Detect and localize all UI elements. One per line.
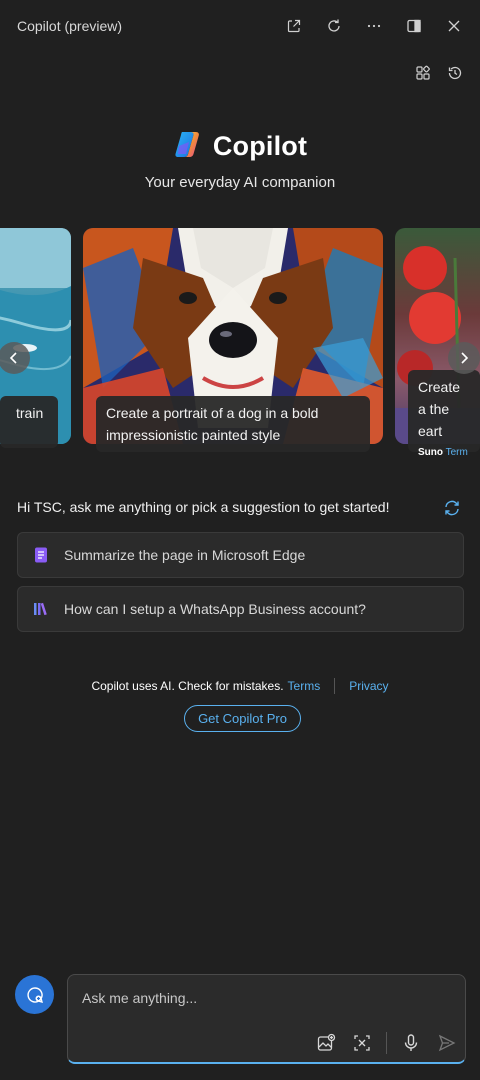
privacy-link[interactable]: Privacy	[349, 679, 388, 693]
chevron-right-icon	[461, 352, 469, 364]
microphone-icon[interactable]	[399, 1031, 423, 1055]
screenshot-icon[interactable]	[350, 1031, 374, 1055]
plugins-icon[interactable]	[412, 62, 434, 84]
disclaimer-text: Copilot uses AI. Check for mistakes.	[91, 679, 284, 693]
document-icon	[32, 546, 50, 564]
send-icon[interactable]	[435, 1031, 459, 1055]
chat-composer	[67, 974, 466, 1064]
suggestion-label: Summarize the page in Microsoft Edge	[64, 547, 306, 563]
open-in-new-icon[interactable]	[278, 12, 310, 40]
get-copilot-pro-button[interactable]: Get Copilot Pro	[184, 705, 301, 732]
close-icon[interactable]	[438, 12, 470, 40]
brand-name: Copilot	[212, 131, 308, 161]
divider	[334, 678, 336, 694]
suggestion-label: How can I setup a WhatsApp Business acco…	[64, 601, 366, 617]
history-icon[interactable]	[444, 62, 466, 84]
composer-divider	[386, 1032, 387, 1054]
more-icon[interactable]	[358, 12, 390, 40]
carousel-caption-left: train	[0, 396, 58, 448]
chevron-left-icon	[9, 352, 17, 364]
new-chat-icon	[26, 986, 43, 1003]
library-icon	[32, 600, 50, 618]
carousel-next-button[interactable]	[448, 342, 480, 374]
window-title: Copilot (preview)	[17, 18, 123, 34]
greeting-text: Hi TSC, ask me anything or pick a sugges…	[17, 499, 390, 515]
card-attribution: Suno Term	[418, 447, 468, 458]
sidebar-icon[interactable]	[398, 12, 430, 40]
panel-toolbar	[412, 62, 466, 84]
disclaimer: Copilot uses AI. Check for mistakes. Ter…	[0, 678, 480, 694]
terms-link[interactable]: Terms	[288, 679, 321, 693]
suggestion-whatsapp-business[interactable]: How can I setup a WhatsApp Business acco…	[17, 586, 464, 632]
new-topic-button[interactable]	[15, 975, 54, 1014]
refresh-icon[interactable]	[318, 12, 350, 40]
tagline: Your everyday AI companion	[144, 174, 336, 191]
carousel-caption-right: Create a the eart Suno Term	[408, 370, 480, 458]
carousel-caption-center: Create a portrait of a dog in a bold imp…	[96, 396, 370, 452]
brand-header: Copilot	[0, 128, 480, 165]
attribution-terms-link[interactable]: Term	[446, 447, 468, 458]
title-bar: Copilot (preview)	[0, 0, 480, 52]
add-image-icon[interactable]	[314, 1031, 338, 1055]
copilot-logo-icon	[173, 128, 205, 165]
suggestion-carousel: train Create a portrait of a dog in a bo…	[0, 228, 480, 458]
suggestion-summarize-page[interactable]: Summarize the page in Microsoft Edge	[17, 532, 464, 578]
chat-input[interactable]	[82, 987, 452, 1009]
refresh-suggestions-icon[interactable]	[443, 499, 461, 517]
